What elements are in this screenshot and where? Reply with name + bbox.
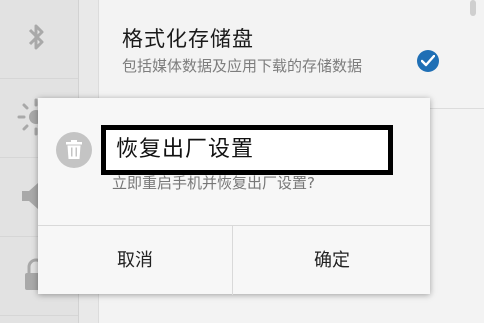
format-storage-description: 包括媒体数据及应用下载的存储数据: [122, 57, 363, 75]
bluetooth-icon: [28, 24, 44, 50]
dialog-message: 立即重启手机并恢复出厂设置?: [112, 174, 315, 192]
confirm-button[interactable]: 确定: [234, 226, 430, 295]
sidebar-item-bluetooth[interactable]: [0, 0, 78, 79]
dialog-button-bar: 取消 确定: [38, 225, 430, 295]
checkmark-icon: [421, 55, 435, 67]
format-storage-title[interactable]: 格式化存储盘: [122, 23, 254, 53]
factory-reset-dialog: 恢复出厂设置 立即重启手机并恢复出厂设置? 取消 确定: [38, 98, 430, 295]
format-storage-checkbox[interactable]: [417, 50, 439, 72]
cancel-button[interactable]: 取消: [38, 226, 233, 295]
dialog-title: 恢复出厂设置: [101, 125, 393, 175]
scrollbar[interactable]: [470, 0, 476, 16]
trash-icon: [56, 132, 92, 168]
